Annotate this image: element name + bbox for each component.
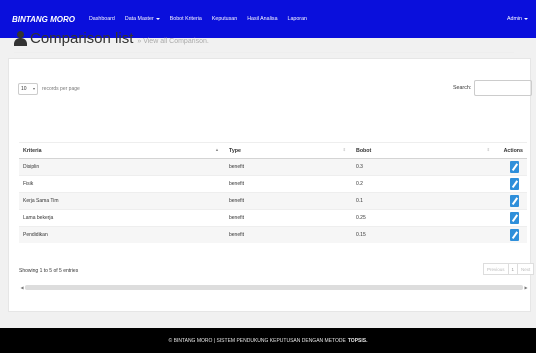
- cell-actions: [496, 209, 527, 227]
- nav-item-hasil-analisa[interactable]: Hasil Analisa: [247, 16, 277, 22]
- page-heading: Comparison list » View all Comparison.: [14, 31, 209, 46]
- user-menu-label: Admin: [506, 16, 522, 22]
- user-menu[interactable]: Admin: [507, 16, 528, 22]
- nav-item-label: Data Master: [124, 16, 154, 22]
- cell-kriteria: Pendidikan: [19, 226, 225, 243]
- column-header-label: Kriteria: [23, 147, 42, 154]
- search-input[interactable]: [474, 80, 533, 96]
- edit-button[interactable]: [510, 178, 519, 190]
- nav-item-label: Hasil Analisa: [247, 16, 278, 22]
- cell-type: benefit: [225, 226, 352, 243]
- column-header-kriteria[interactable]: Kriteria ▲: [19, 142, 225, 159]
- footer-method: TOPSIS.: [347, 337, 368, 344]
- pagination: Previous 1 Next: [483, 263, 535, 275]
- chevron-down-icon: [33, 88, 35, 90]
- table-row: Lama bekerja benefit 0.25: [19, 209, 527, 227]
- cell-kriteria: Disiplin: [19, 158, 225, 176]
- edit-icon: [511, 180, 518, 188]
- brand-logo[interactable]: BINTANG MORO: [12, 15, 75, 24]
- page-length-select[interactable]: 10: [18, 83, 38, 95]
- sort-asc-icon: ▲: [215, 147, 219, 152]
- horizontal-scrollbar[interactable]: ◀ ▶: [19, 284, 529, 291]
- cell-actions: [496, 175, 527, 193]
- table-row: Disiplin benefit 0.3: [19, 158, 527, 176]
- nav-item-label: Dashboard: [88, 16, 115, 22]
- cell-kriteria: Kerja Sama Tim: [19, 192, 225, 210]
- cell-type: benefit: [225, 175, 352, 193]
- nav-item-dashboard[interactable]: Dashboard: [89, 16, 115, 22]
- edit-icon: [511, 231, 518, 239]
- cell-bobot: 0.15: [352, 226, 496, 243]
- sort-icon: ⇕: [486, 147, 490, 152]
- table-info: Showing 1 to 5 of 5 entries: [19, 268, 79, 274]
- cell-kriteria: Fisik: [19, 175, 225, 193]
- edit-button[interactable]: [510, 161, 519, 173]
- cell-bobot: 0.1: [352, 192, 496, 210]
- column-header-label: Bobot: [356, 147, 372, 154]
- edit-icon: [511, 214, 518, 222]
- cell-actions: [496, 192, 527, 210]
- scrollbar-thumb[interactable]: [25, 285, 523, 290]
- page-footer: © BINTANG MORO | SISTEM PENDUKUNG KEPUTU…: [0, 328, 536, 353]
- column-header-label: Type: [229, 147, 241, 154]
- footer-text: © BINTANG MORO | SISTEM PENDUKUNG KEPUTU…: [168, 337, 346, 344]
- cell-actions: [496, 226, 527, 243]
- nav-item-label: Laporan: [287, 16, 307, 22]
- cell-type: benefit: [225, 209, 352, 227]
- caret-down-icon: [155, 18, 160, 20]
- edit-icon: [511, 163, 518, 171]
- nav-item-label: Keputusan: [211, 16, 238, 22]
- pagination-previous[interactable]: Previous: [483, 263, 509, 275]
- table-header-row: Kriteria ▲ Type ⇕ Bobot ⇕ Actions: [19, 142, 527, 159]
- nav-item-laporan[interactable]: Laporan: [288, 16, 307, 22]
- cell-actions: [496, 158, 527, 176]
- page-subtitle: » View all Comparison.: [137, 38, 209, 45]
- page-length-control: 10 records per page: [18, 83, 80, 95]
- user-icon: [14, 31, 27, 46]
- cell-type: benefit: [225, 158, 352, 176]
- cell-type: benefit: [225, 192, 352, 210]
- cell-bobot: 0.2: [352, 175, 496, 193]
- column-header-actions: Actions: [496, 142, 527, 159]
- edit-button[interactable]: [510, 229, 519, 241]
- nav-item-label: Bobot Kriteria: [169, 16, 202, 22]
- caret-down-icon: [524, 18, 528, 20]
- comparison-table: Kriteria ▲ Type ⇕ Bobot ⇕ Actions Disiplin …: [19, 142, 527, 243]
- column-header-label: Actions: [503, 147, 523, 154]
- cell-bobot: 0.3: [352, 158, 496, 176]
- nav-item-bobot-kriteria[interactable]: Bobot Kriteria: [170, 16, 202, 22]
- edit-button[interactable]: [510, 195, 519, 207]
- nav-item-data-master[interactable]: Data Master: [125, 16, 160, 22]
- page-title: Comparison list: [30, 30, 134, 47]
- search-label: Search:: [453, 85, 472, 91]
- scroll-right-icon[interactable]: ▶: [523, 285, 529, 290]
- column-header-type[interactable]: Type ⇕: [225, 142, 352, 159]
- pagination-next[interactable]: Next: [517, 263, 535, 275]
- sort-icon: ⇕: [342, 147, 346, 152]
- nav-item-keputusan[interactable]: Keputusan: [212, 16, 237, 22]
- edit-button[interactable]: [510, 212, 519, 224]
- page-length-label: records per page: [42, 86, 80, 92]
- page-length-value: 10: [21, 86, 27, 92]
- edit-icon: [511, 197, 518, 205]
- table-row: Fisik benefit 0.2: [19, 175, 527, 193]
- table-row: Pendidikan benefit 0.15: [19, 226, 527, 243]
- table-row: Kerja Sama Tim benefit 0.1: [19, 192, 527, 210]
- heading-divider: [14, 52, 514, 53]
- column-header-bobot[interactable]: Bobot ⇕: [352, 142, 496, 159]
- cell-bobot: 0.25: [352, 209, 496, 227]
- cell-kriteria: Lama bekerja: [19, 209, 225, 227]
- table-search: Search:: [453, 80, 533, 96]
